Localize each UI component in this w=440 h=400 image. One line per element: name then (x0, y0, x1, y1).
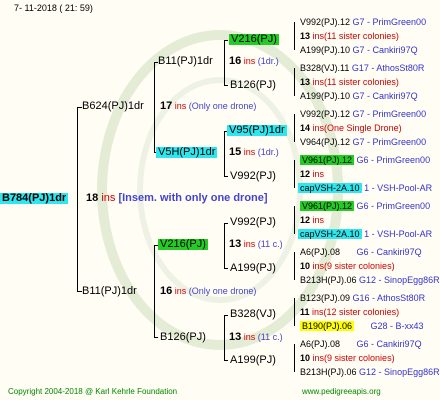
connector-line (294, 160, 295, 188)
gen4-queen-8[interactable]: A199(PJ) (230, 355, 276, 366)
connector-line (294, 298, 295, 326)
gen4-queen-1[interactable]: V216(PJ) (229, 34, 279, 45)
connector-line (224, 360, 228, 361)
connector-line (154, 245, 155, 338)
gen5-block-2: B328(VJ).11 G17 - AthosSt80R (300, 63, 425, 73)
gen5-sub-2: A199(PJ).10 G7 - Cankiri97Q (300, 91, 418, 101)
connector-line (224, 223, 225, 269)
gen5-sub-8: B213H(PJ).06 G12 - SinopEgg86R (300, 367, 440, 377)
gen5-mid-5: 12 ins (300, 215, 325, 225)
connector-line (294, 22, 295, 50)
gen5-block-3: V992(PJ).12 G7 - PrimGreen00 (300, 109, 427, 119)
gen4-queen-2[interactable]: B126(PJ) (230, 80, 276, 91)
connector-line (294, 206, 295, 234)
gen2-sire[interactable]: B624(PJ)1dr (82, 101, 144, 112)
gen5-block-7: B123(PJ).09 G16 - AthosSt80R (300, 293, 426, 303)
connector-line (224, 268, 228, 269)
gen3-ins-1: 16 ins (1dr.) (229, 55, 279, 67)
gen5-mid-1: 13 ins(11 sister colonies) (300, 31, 399, 41)
gen5-block-8: A6(PJ).08 G6 - Cankiri97Q (300, 339, 422, 349)
gen4-queen-3[interactable]: V95(PJ)1dr (227, 125, 287, 136)
gen4-queen-5[interactable]: V992(PJ) (230, 217, 276, 228)
pedigree-chart: 7- 11-2018 ( 21: 59) B784(PJ)1dr 18 ins … (0, 0, 440, 400)
root-queen[interactable]: B784(PJ)1dr (0, 193, 69, 204)
header-date: 7- 11-2018 ( 21: 59) (14, 3, 93, 13)
connector-line (294, 344, 295, 372)
gen5-sub-5: capVSH-2A.10 1 - VSH-Pool-AR (298, 229, 433, 239)
gen2-dam[interactable]: B11(PJ)1dr (82, 286, 137, 297)
connector-line (154, 62, 155, 153)
gen2-sire-ins: 17 ins (Only one drone) (160, 100, 257, 112)
gen5-block-5: V961(PJ).12 G6 - PrimGreen00 (300, 201, 431, 211)
gen3-ins-4: 13 ins (11 c.) (229, 331, 283, 343)
gen5-mid-6: 10 ins(9 sister colonies) (300, 261, 395, 271)
gen3-queen-2[interactable]: V5H(PJ)1dr (156, 147, 218, 158)
connector-line (224, 40, 225, 86)
gen5-mid-8: 10 ins(9 sister colonies) (300, 353, 395, 363)
gen5-sub-4: capVSH-2A.10 1 - VSH-Pool-AR (298, 183, 433, 193)
gen4-queen-6[interactable]: A199(PJ) (230, 263, 276, 274)
gen4-queen-4[interactable]: V992(PJ) (230, 171, 276, 182)
gen5-mid-3: 14 ins(One Single Drone) (300, 123, 402, 133)
root-ins-note: [Insem. with only one drone] (118, 192, 268, 204)
gen3-ins-2: 15 ins (1dr.) (229, 146, 279, 158)
connector-line (294, 68, 295, 96)
gen2-dam-ins: 16 ins (Only one drone) (160, 285, 257, 297)
connector-line (224, 40, 228, 41)
gen5-sub-6: B213H(PJ).06 G12 - SinopEgg86R (300, 275, 440, 285)
connector-line (294, 114, 295, 142)
footer-site-link[interactable]: www.pedigreeapis.org (302, 386, 381, 397)
connector-line (224, 85, 228, 86)
gen5-block-4: V961(PJ).12 G6 - PrimGreen00 (300, 155, 431, 165)
gen5-mid-2: 13 ins(11 sister colonies) (300, 77, 399, 87)
connector-line (224, 176, 228, 177)
gen3-queen-1[interactable]: B11(PJ)1dr (158, 56, 213, 67)
connector-line (224, 223, 228, 224)
gen5-sub-7: B190(PJ).06 G28 - B-xx43 (300, 321, 424, 331)
connector-line (224, 315, 228, 316)
gen3-queen-4[interactable]: B126(PJ) (160, 332, 206, 343)
gen5-mid-4: 12 ins (300, 169, 325, 179)
connector-line (224, 315, 225, 361)
connector-line (77, 107, 78, 292)
gen5-mid-7: 11 ins(12 sister colonies) (300, 307, 400, 317)
connector-line (154, 337, 158, 338)
footer-copyright: Copyright 2004-2018 @ Karl Kehrle Founda… (8, 387, 178, 396)
gen4-queen-7[interactable]: B328(VJ) (230, 309, 276, 320)
gen3-ins-3: 13 ins (11 c.) (229, 238, 283, 250)
root-ins-label: ins (101, 192, 116, 204)
connector-line (294, 252, 295, 280)
root-ins-info: 18 ins [Insem. with only one drone] (86, 193, 268, 204)
gen3-queen-3[interactable]: V216(PJ) (158, 239, 208, 250)
gen5-block-1: V992(PJ).12 G7 - PrimGreen00 (300, 17, 427, 27)
root-ins-count: 18 (86, 192, 99, 204)
connector-line (224, 131, 225, 177)
gen5-block-6: A6(PJ).08 G6 - Cankiri97Q (300, 247, 422, 257)
gen5-sub-1: A199(PJ).10 G7 - Cankiri97Q (300, 45, 418, 55)
gen5-sub-3: V964(PJ).12 G7 - PrimGreen00 (300, 137, 427, 147)
